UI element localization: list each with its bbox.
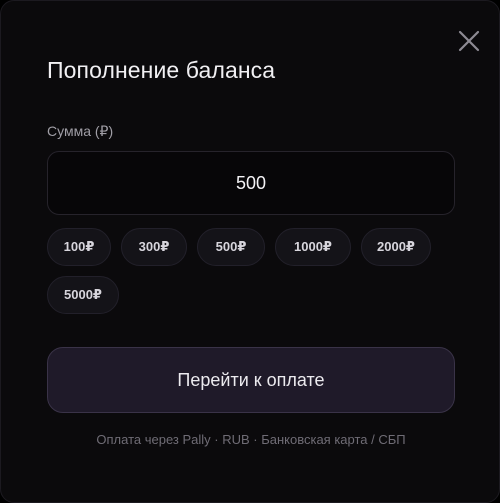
preset-chip-2000[interactable]: 2000₽ bbox=[361, 228, 431, 266]
proceed-to-payment-button[interactable]: Перейти к оплате bbox=[47, 347, 455, 413]
preset-chip-1000[interactable]: 1000₽ bbox=[275, 228, 351, 266]
preset-chip-100[interactable]: 100₽ bbox=[47, 228, 111, 266]
preset-chip-300[interactable]: 300₽ bbox=[121, 228, 187, 266]
payment-info-note: Оплата через Pally · RUB · Банковская ка… bbox=[96, 432, 406, 447]
amount-label: Сумма (₽) bbox=[47, 123, 114, 139]
amount-input[interactable] bbox=[47, 151, 455, 215]
close-button[interactable] bbox=[455, 27, 483, 55]
topup-modal: Пополнение баланса Сумма (₽) 100₽ 300₽ 5… bbox=[0, 0, 500, 503]
preset-chip-500[interactable]: 500₽ bbox=[197, 228, 265, 266]
preset-chip-5000[interactable]: 5000₽ bbox=[47, 276, 119, 314]
close-icon bbox=[458, 30, 480, 52]
modal-title: Пополнение баланса bbox=[47, 57, 276, 83]
